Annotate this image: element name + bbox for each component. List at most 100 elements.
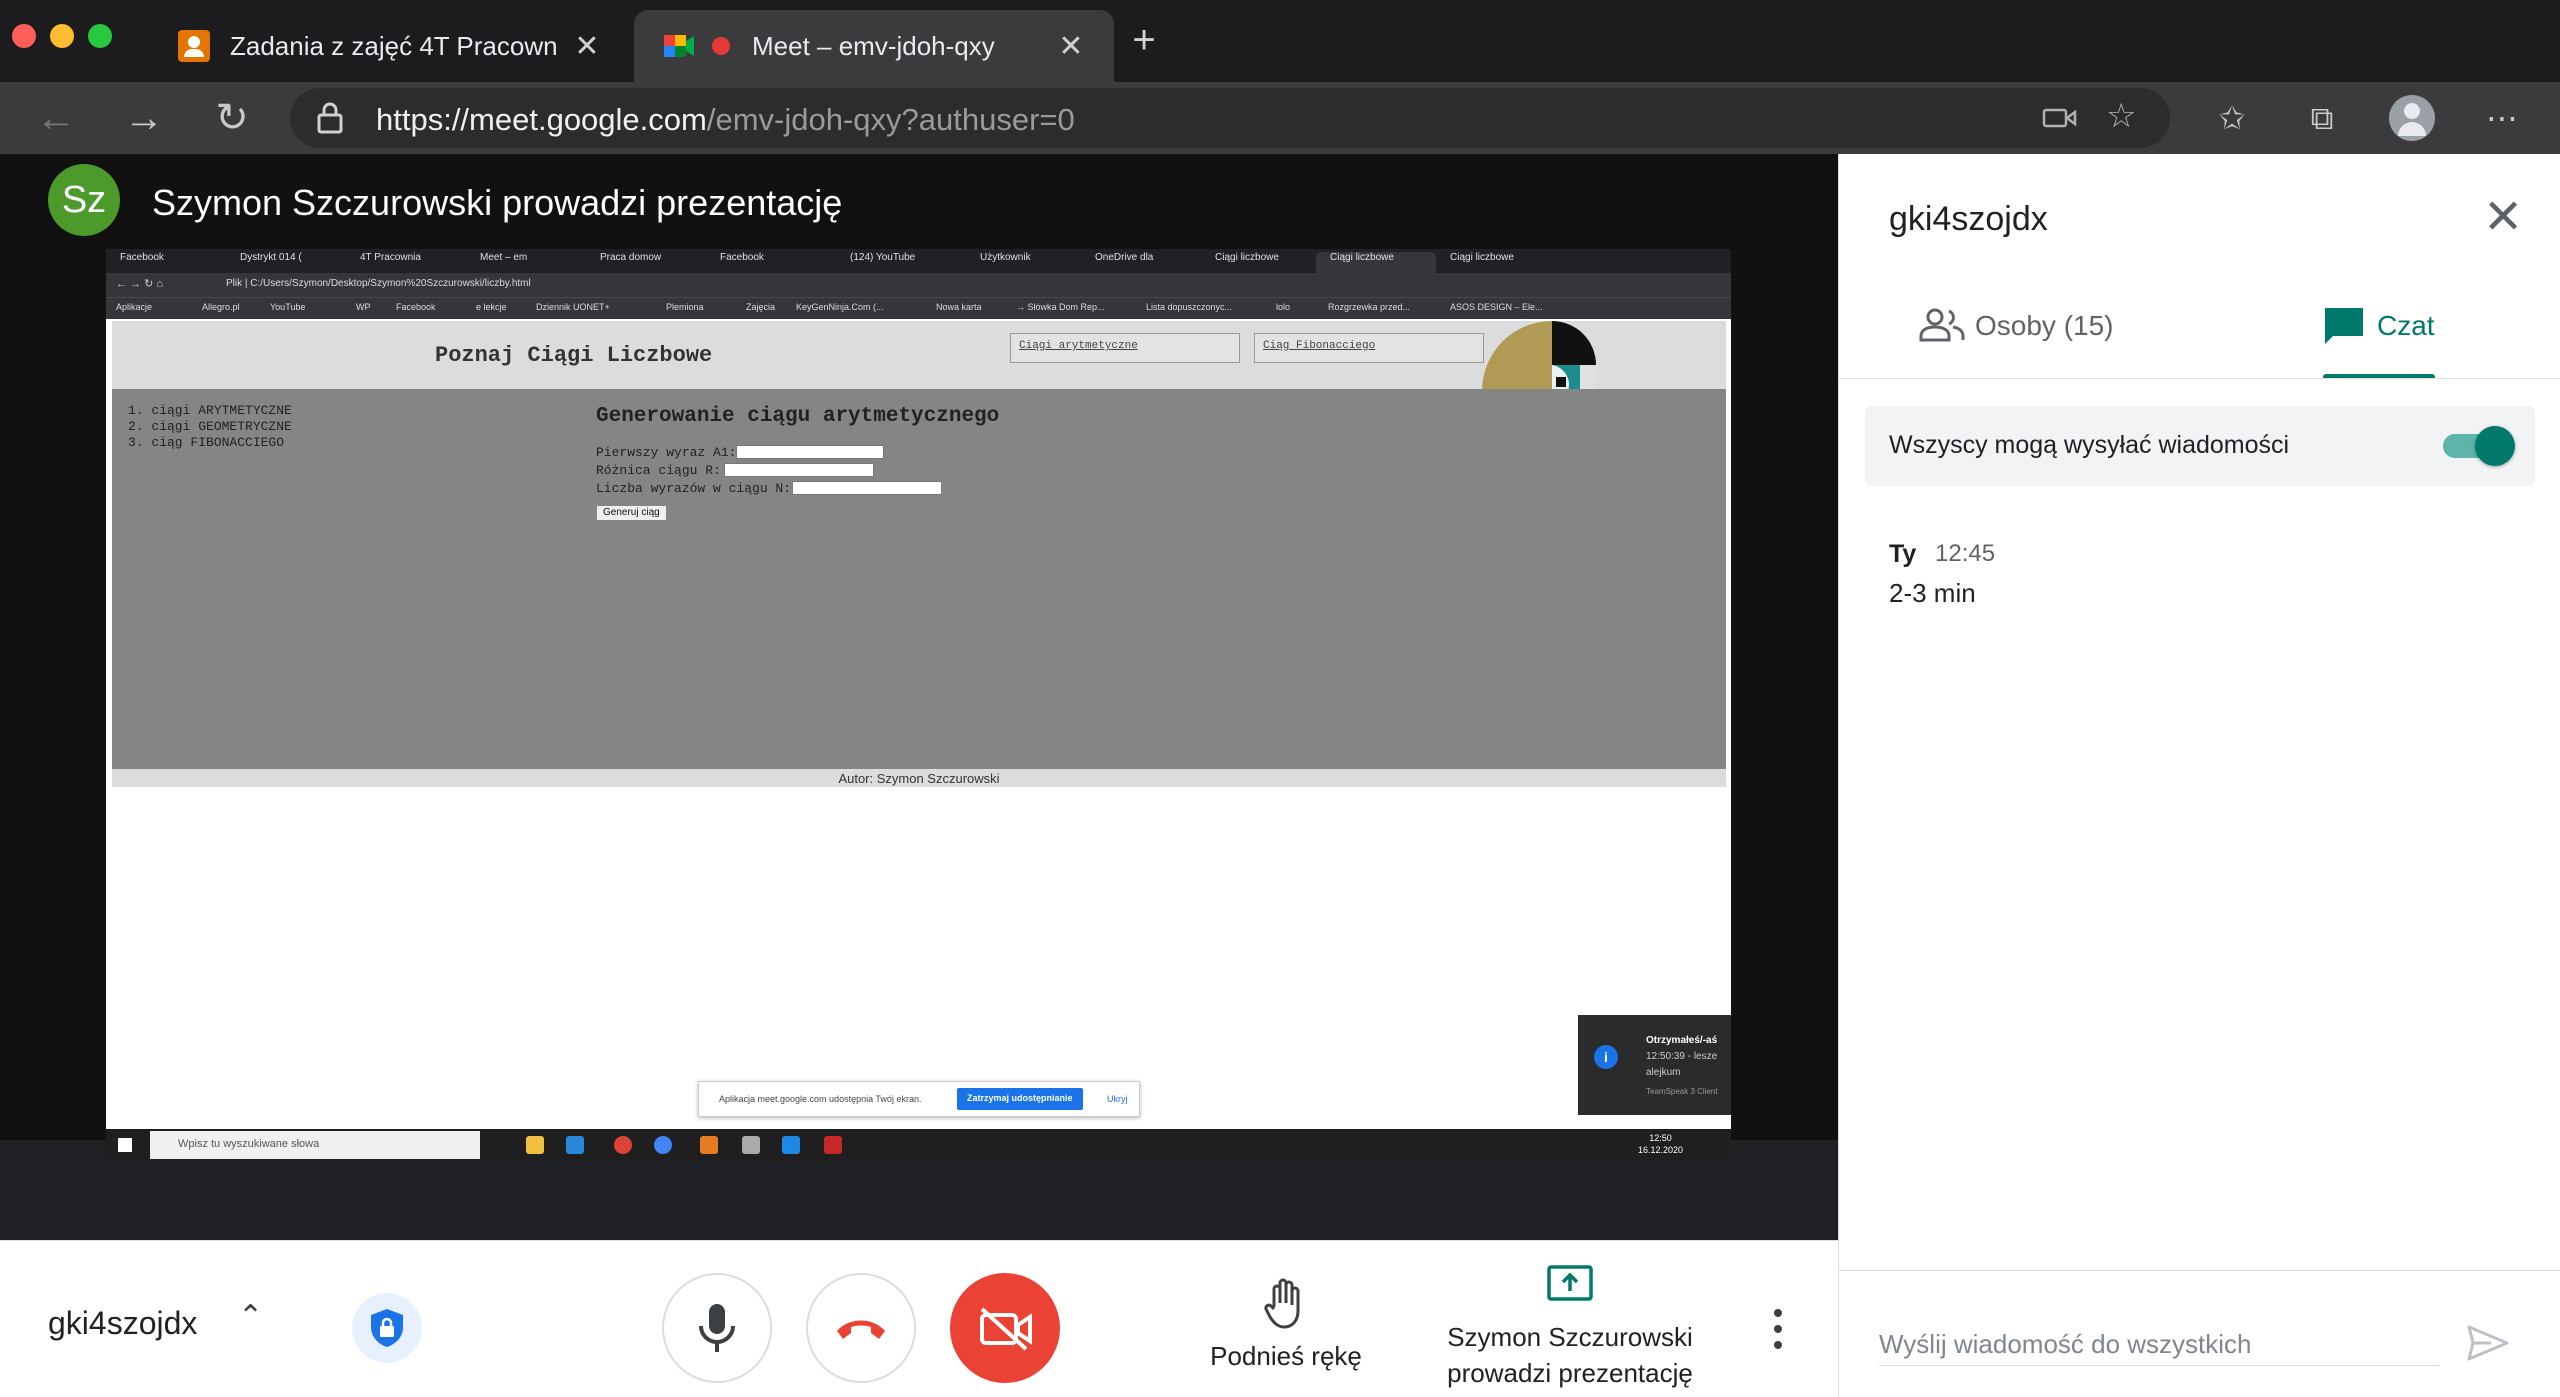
present-screen-icon bbox=[1547, 1265, 1593, 1301]
tab-chat-label: Czat bbox=[2377, 310, 2435, 341]
meet-control-bar: gki4szojdx ⌃ Podnieś rękę Szymon Szczuro… bbox=[0, 1240, 1838, 1397]
chevron-up-icon[interactable]: ⌃ bbox=[238, 1299, 263, 1334]
close-tab-icon[interactable]: ✕ bbox=[572, 29, 602, 64]
close-panel-icon[interactable]: ✕ bbox=[2483, 194, 2523, 242]
chat-icon bbox=[2325, 308, 2363, 344]
shared-bookmark: Aplikacje bbox=[116, 302, 153, 312]
close-tab-icon[interactable]: ✕ bbox=[1056, 29, 1086, 64]
more-options-icon[interactable] bbox=[1764, 1305, 1794, 1355]
shared-tab: 4T Pracownia bbox=[360, 252, 421, 263]
shared-tab: (124) YouTube bbox=[850, 252, 916, 263]
chat-message-input[interactable] bbox=[1879, 1324, 2439, 1366]
presenter-bar: Sz Szymon Szczurowski prowadzi prezentac… bbox=[0, 154, 1838, 244]
meeting-code[interactable]: gki4szojdx bbox=[48, 1305, 197, 1342]
shared-menu-item: 1. ciągi ARYTMETYCZNE bbox=[128, 403, 292, 418]
shared-tab: Ciągi liczbowe bbox=[1215, 252, 1279, 263]
collections-icon[interactable]: ⧉ bbox=[2296, 92, 2348, 144]
camera-off-icon bbox=[980, 1307, 1032, 1351]
shared-link-arithmetic: Ciągi arytmetyczne bbox=[1010, 333, 1240, 363]
tab-people-label: Osoby (15) bbox=[1975, 310, 2114, 341]
shared-sharing-notice: Aplikacja meet.google.com udostępnia Twó… bbox=[698, 1081, 1140, 1117]
recording-dot-icon bbox=[712, 37, 730, 55]
shared-bookmark: Plemiona bbox=[666, 302, 704, 312]
panel-title: gki4szojdx bbox=[1889, 200, 2048, 238]
close-window-button[interactable] bbox=[12, 24, 36, 48]
url-path: /emv-jdoh-qxy?authuser=0 bbox=[706, 102, 1075, 137]
address-bar[interactable]: https://meet.google.com/emv-jdoh-qxy?aut… bbox=[290, 88, 2170, 148]
file-explorer-icon bbox=[526, 1136, 544, 1154]
back-button[interactable]: ← bbox=[30, 92, 82, 144]
chat-input-divider bbox=[1839, 1270, 2560, 1271]
shared-taskbar-search: Wpisz tu wyszukiwane słowa bbox=[150, 1131, 480, 1159]
more-menu-icon[interactable]: ⋯ bbox=[2476, 92, 2528, 144]
classroom-icon bbox=[178, 30, 210, 62]
maximize-window-button[interactable] bbox=[88, 24, 112, 48]
shared-page-title: Poznaj Ciągi Liczbowe bbox=[435, 343, 713, 368]
message-text: 2-3 min bbox=[1889, 578, 1976, 608]
shared-nav-icons: ← → ↻ ⌂ bbox=[116, 278, 164, 290]
send-icon bbox=[2467, 1325, 2509, 1361]
app-icon bbox=[824, 1136, 842, 1154]
message-time: 12:45 bbox=[1935, 540, 1996, 567]
shared-notif-line: 12:50:39 - lesze bbox=[1646, 1051, 1718, 1062]
shared-tab: Dystrykt 014 ( bbox=[240, 252, 302, 263]
shared-tab: Facebook bbox=[720, 252, 764, 263]
shared-address-text: Plik | C:/Users/Szymon/Desktop/Szymon%20… bbox=[226, 278, 531, 289]
browser-tab-bar: Zadania z zajęć 4T Pracownia ✕ Meet – em… bbox=[0, 0, 2560, 82]
presentation-button[interactable]: Szymon Szczurowski prowadzi prezentację bbox=[1420, 1265, 1720, 1391]
favorite-star-icon[interactable]: ☆ bbox=[2106, 96, 2136, 136]
shared-windows-taskbar: Wpisz tu wyszukiwane słowa 12:50 16.12.2… bbox=[106, 1129, 1731, 1161]
shared-bookmark: lolo bbox=[1276, 302, 1291, 312]
camera-in-use-icon[interactable] bbox=[2042, 107, 2078, 129]
microphone-button[interactable] bbox=[662, 1273, 772, 1383]
shared-notice-text: Aplikacja meet.google.com udostępnia Twó… bbox=[719, 1094, 922, 1104]
shared-bookmark: Rozgrzewka przed... bbox=[1328, 302, 1411, 312]
shared-clock-time: 12:50 bbox=[1649, 1133, 1672, 1143]
reload-button[interactable]: ↻ bbox=[206, 92, 258, 144]
tab-label: Meet – emv-jdoh-qxy bbox=[752, 30, 995, 61]
shared-page-header: Poznaj Ciągi Liczbowe Ciągi arytmetyczne… bbox=[112, 321, 1726, 391]
shared-tab: Ciągi liczbowe bbox=[1450, 252, 1514, 263]
shared-notif-title: Otrzymałeś/-aś bbox=[1646, 1035, 1718, 1046]
everyone-can-send-label: Wszyscy mogą wysyłać wiadomości bbox=[1889, 431, 2290, 459]
shared-taskbar-search-text: Wpisz tu wyszukiwane słowa bbox=[178, 1138, 320, 1150]
browser-tab-classroom[interactable]: Zadania z zajęć 4T Pracownia ✕ bbox=[150, 10, 630, 82]
app-icon bbox=[654, 1136, 672, 1154]
shared-field-label: Różnica ciągu R: bbox=[596, 463, 721, 478]
app-icon bbox=[700, 1136, 718, 1154]
camera-off-button[interactable] bbox=[950, 1273, 1060, 1383]
shared-author: Autor: Szymon Szczurowski bbox=[838, 771, 1000, 786]
forward-button[interactable]: → bbox=[118, 92, 170, 144]
browser-tab-meet[interactable]: Meet – emv-jdoh-qxy ✕ bbox=[634, 10, 1114, 82]
minimize-window-button[interactable] bbox=[50, 24, 74, 48]
favorites-list-icon[interactable]: ✩ bbox=[2206, 92, 2258, 144]
leave-call-button[interactable] bbox=[806, 1273, 916, 1383]
shared-tab: Praca domow bbox=[600, 252, 662, 263]
app-icon bbox=[742, 1136, 760, 1154]
shared-tab-active: Ciągi liczbowe bbox=[1316, 252, 1436, 273]
people-icon bbox=[1919, 308, 1965, 342]
send-message-button[interactable] bbox=[2463, 1318, 2513, 1368]
shared-page-footer: Autor: Szymon Szczurowski bbox=[112, 769, 1726, 787]
meet-icon bbox=[664, 35, 694, 57]
shared-bookmark: Facebook bbox=[396, 302, 436, 312]
presenter-title: Szymon Szczurowski prowadzi prezentację bbox=[152, 182, 843, 223]
toggle-knob[interactable] bbox=[2475, 426, 2515, 466]
tab-chat[interactable]: Czat bbox=[2323, 296, 2435, 376]
shared-address-bar: ← → ↻ ⌂ Plik | C:/Users/Szymon/Desktop/S… bbox=[106, 273, 1731, 297]
shared-link-fibonacci: Ciąg Fibonacciego bbox=[1254, 333, 1484, 363]
profile-avatar-icon[interactable] bbox=[2386, 92, 2438, 144]
shared-tab-strip: Facebook Dystrykt 014 ( 4T Pracownia Mee… bbox=[106, 249, 1731, 273]
windows-start-icon bbox=[118, 1138, 132, 1152]
host-controls-button[interactable] bbox=[352, 1293, 422, 1363]
new-tab-button[interactable]: + bbox=[1124, 20, 1164, 60]
shared-input-n bbox=[792, 481, 942, 495]
shared-bookmark: KeyGenNinja.Com (... bbox=[796, 302, 884, 312]
shared-bookmark: Allegro.pl bbox=[202, 302, 240, 312]
info-icon: i bbox=[1594, 1045, 1618, 1069]
shared-bookmark: ASOS DESIGN – Ele... bbox=[1450, 302, 1543, 312]
raise-hand-button[interactable]: Podnieś rękę bbox=[1186, 1277, 1386, 1372]
shared-notif-app: TeamSpeak 3 Client bbox=[1646, 1087, 1718, 1096]
url-host: https://meet.google.com bbox=[376, 102, 707, 137]
shared-bookmark: YouTube bbox=[270, 302, 306, 312]
